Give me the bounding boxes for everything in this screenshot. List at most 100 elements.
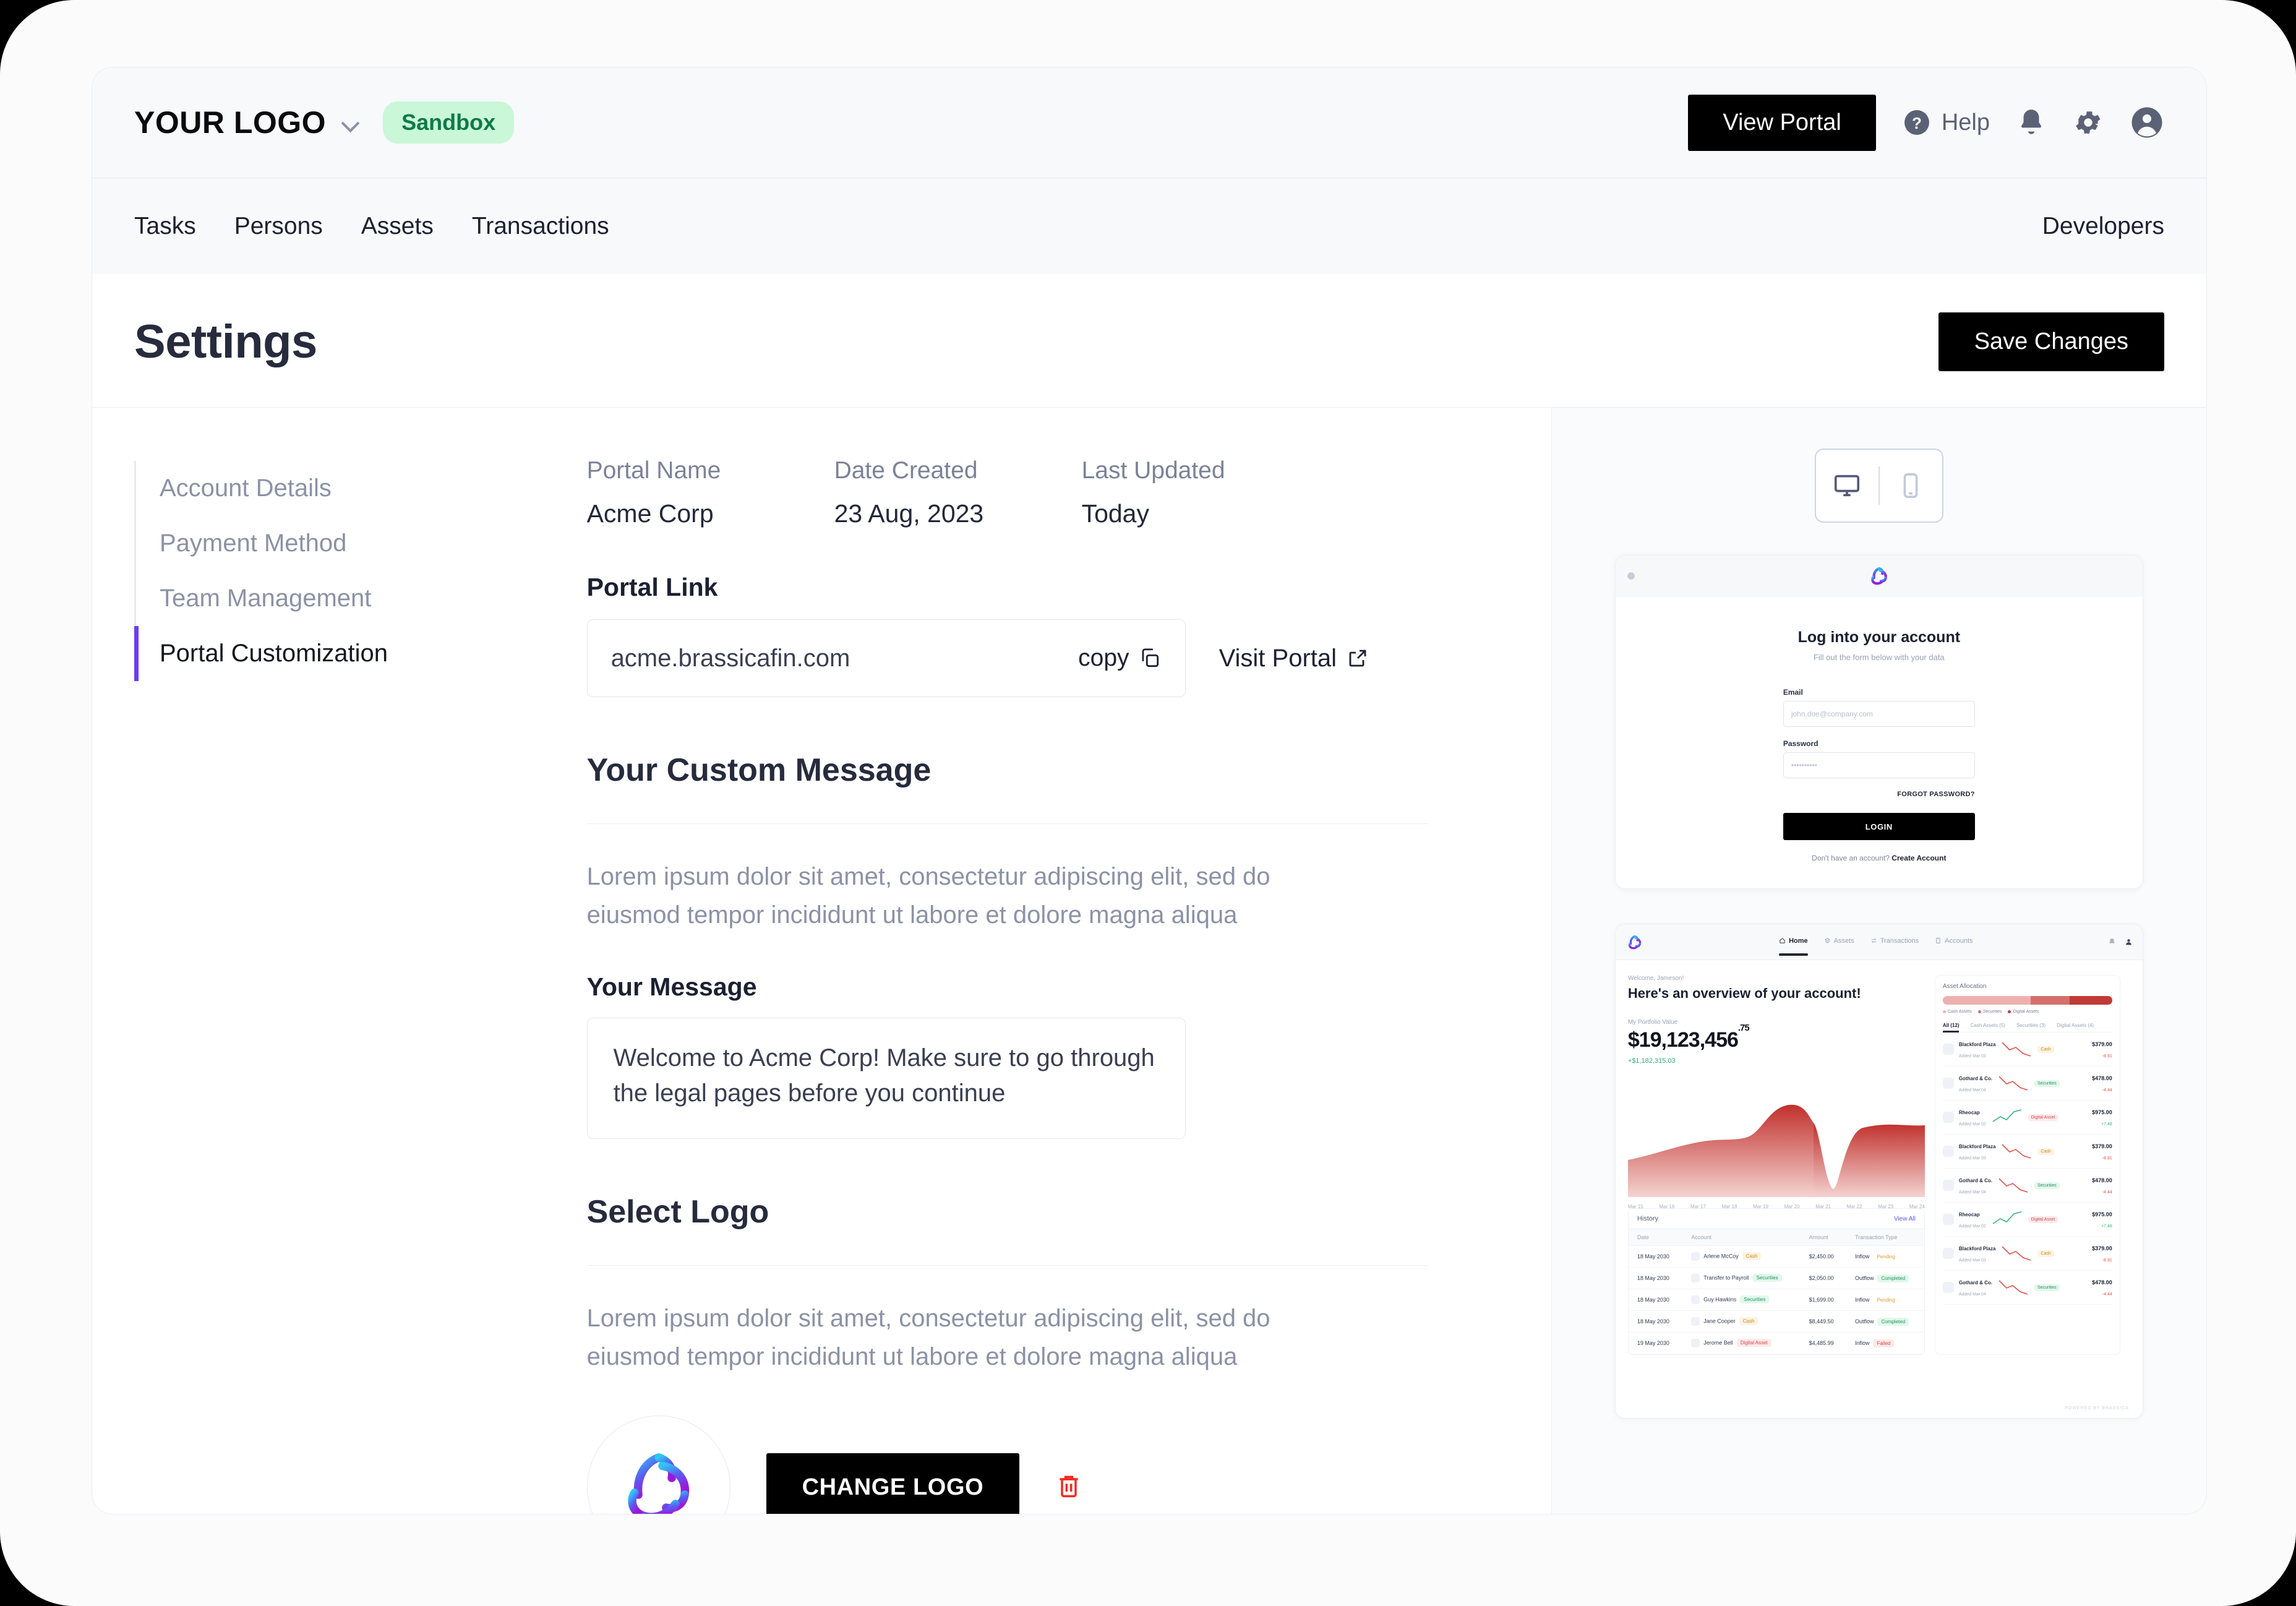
help-button[interactable]: ? Help: [1902, 108, 1990, 137]
asset-icon: [1942, 1214, 1954, 1225]
account-button[interactable]: [2130, 105, 2164, 140]
allocation-tab[interactable]: All (12): [1942, 1023, 1959, 1033]
settings-button[interactable]: [2073, 107, 2104, 138]
asset-kind-badge: Cash: [2037, 1148, 2054, 1155]
list-item[interactable]: Rheocap Added Mar 02 Digital Asset $975.0…: [1942, 1203, 2112, 1237]
view-portal-button[interactable]: View Portal: [1688, 94, 1876, 151]
account-avatar: [1691, 1317, 1700, 1326]
sparkline-icon: [1998, 1076, 2028, 1091]
account-avatar: [1691, 1274, 1700, 1282]
asset-name: Gothard & Co.: [1958, 1076, 1993, 1081]
dashboard-page-preview: Home Assets Transactions Accounts Welcom…: [1614, 924, 2143, 1419]
sidebar-item-payment-method[interactable]: Payment Method: [134, 516, 587, 571]
nav-item-developers[interactable]: Developers: [2042, 213, 2164, 240]
help-label: Help: [1941, 109, 1990, 135]
dashboard-brand-logo-icon: [1628, 935, 1641, 949]
desktop-view-button[interactable]: [1816, 471, 1878, 500]
asset-kind-badge: Securities: [2034, 1080, 2060, 1087]
amount-value: $975.00: [2092, 1109, 2112, 1115]
list-item[interactable]: Gothard & Co. Added Mar 04 Securities $47…: [1942, 1169, 2112, 1203]
list-item[interactable]: Blackford Plaza Added Mar 03 Cash $379.00…: [1942, 1033, 2112, 1067]
save-changes-button[interactable]: Save Changes: [1938, 312, 2164, 371]
sidebar-item-account-details[interactable]: Account Details: [134, 461, 587, 516]
account-avatar: [1691, 1295, 1700, 1304]
nav-item-assets[interactable]: Assets: [361, 213, 434, 240]
device-toggle: [1814, 449, 1943, 523]
password-field[interactable]: ••••••••••: [1783, 752, 1975, 778]
sidebar-item-team-management[interactable]: Team Management: [134, 571, 587, 626]
allocation-tab[interactable]: Securities (3): [2016, 1023, 2045, 1028]
meta-date-created: Date Created 23 Aug, 2023: [834, 457, 1082, 528]
transactions-icon: [1871, 938, 1877, 943]
asset-info: Gothard & Co. Added Mar 04: [1959, 1174, 1992, 1196]
cell-account: Guy Hawkins Securities: [1682, 1289, 1801, 1311]
list-item[interactable]: Blackford Plaza Added Mar 03 Cash $379.00…: [1942, 1135, 2112, 1169]
avatar-icon[interactable]: [2125, 938, 2133, 946]
meta-label: Date Created: [834, 457, 978, 484]
asset-amount: $478.00 -4.44: [2092, 1072, 2112, 1094]
preview-corner-icon: [1627, 572, 1635, 580]
list-item[interactable]: Rheocap Added Mar 02 Digital Asset $975.0…: [1942, 1101, 2112, 1135]
notifications-button[interactable]: [2016, 107, 2047, 138]
legend-swatch: [1977, 1010, 1981, 1013]
forgot-password-link[interactable]: FORGOT PASSWORD?: [1783, 791, 1975, 798]
cell-account: Arlene McCoy Cash: [1682, 1245, 1801, 1268]
cell-account: Transfer to Payroll Securities: [1682, 1267, 1801, 1289]
list-item[interactable]: Gothard & Co. Added Mar 04 Securities $47…: [1942, 1067, 2112, 1101]
create-account-link[interactable]: Create Account: [1891, 854, 1946, 862]
x-tick: Mar 22: [1846, 1204, 1862, 1209]
visit-portal-link[interactable]: Visit Portal: [1219, 645, 1369, 672]
nav-item-tasks[interactable]: Tasks: [134, 213, 196, 240]
table-row[interactable]: 18 May 2030 Arlene McCoy Cash $2,450.00 I…: [1628, 1245, 1924, 1268]
dashboard-tab-transactions[interactable]: Transactions: [1870, 937, 1919, 947]
table-row[interactable]: 19 May 2030 Jerome Bell Digital Asset $4,…: [1628, 1332, 1924, 1354]
amount-delta: +7.48: [2101, 1224, 2112, 1229]
change-logo-button[interactable]: CHANGE LOGO: [766, 1453, 1020, 1514]
nav-item-persons[interactable]: Persons: [234, 213, 323, 240]
brand-switcher[interactable]: YOUR LOGO: [134, 105, 358, 140]
history-table-body: 18 May 2030 Arlene McCoy Cash $2,450.00 I…: [1628, 1245, 1924, 1354]
portal-link-input[interactable]: acme.brassicafin.com copy: [586, 619, 1186, 697]
asset-amount: $379.00 -8.91: [2092, 1038, 2112, 1060]
dashboard-tab-assets[interactable]: Assets: [1824, 937, 1854, 947]
mobile-view-button[interactable]: [1880, 471, 1942, 500]
tab-label: Transactions: [1880, 937, 1919, 945]
allocation-tab[interactable]: Cash Assets (5): [1970, 1023, 2005, 1028]
list-item[interactable]: Blackford Plaza Added Mar 03 Cash $379.00…: [1942, 1237, 2112, 1271]
delete-logo-button[interactable]: [1055, 1472, 1082, 1503]
portfolio-value-main: $19,123,456: [1627, 1028, 1739, 1052]
asset-info: Blackford Plaza Added Mar 03: [1959, 1140, 1996, 1162]
your-message-label: Your Message: [586, 973, 757, 1001]
your-message-textarea[interactable]: Welcome to Acme Corp! Make sure to go th…: [586, 1018, 1186, 1139]
asset-sub: Added Mar 02: [1958, 1122, 1986, 1127]
amount-delta: -4.44: [2102, 1088, 2112, 1093]
x-tick: Mar 19: [1753, 1204, 1768, 1209]
allocation-tab[interactable]: Digital Assets (4): [2057, 1023, 2094, 1028]
settings-main: Portal Name Acme Corp Date Created 23 Au…: [586, 408, 1551, 1514]
table-row[interactable]: 18 May 2030 Guy Hawkins Securities $1,699…: [1628, 1289, 1924, 1311]
sidebar-item-portal-customization[interactable]: Portal Customization: [134, 626, 587, 681]
list-item[interactable]: Gothard & Co. Added Mar 04 Securities $47…: [1942, 1271, 2112, 1305]
amount-delta: -4.44: [2102, 1190, 2112, 1195]
bell-icon[interactable]: [2108, 938, 2116, 946]
dashboard-tab-home[interactable]: Home: [1779, 937, 1808, 956]
table-row[interactable]: 18 May 2030 Jane Cooper Cash $8,449.50 Ou…: [1628, 1310, 1924, 1333]
tab-label: Accounts: [1945, 937, 1973, 945]
table-row[interactable]: 18 May 2030 Transfer to Payroll Securitie…: [1628, 1267, 1924, 1289]
login-button[interactable]: LOGIN: [1783, 813, 1975, 840]
copy-link-button[interactable]: copy: [1078, 645, 1161, 672]
login-preview-header: [1615, 556, 2143, 596]
amount-value: $478.00: [2092, 1279, 2112, 1286]
dashboard-tab-accounts[interactable]: Accounts: [1935, 937, 1973, 947]
asset-info: Blackford Plaza Added Mar 03: [1959, 1038, 1996, 1060]
x-tick: Mar 15: [1627, 1204, 1643, 1209]
history-view-all-link[interactable]: View All: [1894, 1216, 1916, 1222]
sparkline-icon: [1998, 1280, 2028, 1295]
nav-item-transactions[interactable]: Transactions: [472, 213, 609, 240]
brand-name: YOUR LOGO: [134, 105, 327, 140]
asset-sub: Added Mar 04: [1958, 1190, 1986, 1195]
meta-label: Portal Name: [586, 457, 721, 484]
asset-kind-badge: Digital Asset: [2028, 1114, 2058, 1121]
email-field[interactable]: john.doe@company.com: [1783, 701, 1975, 727]
col-date: Date: [1628, 1229, 1683, 1246]
